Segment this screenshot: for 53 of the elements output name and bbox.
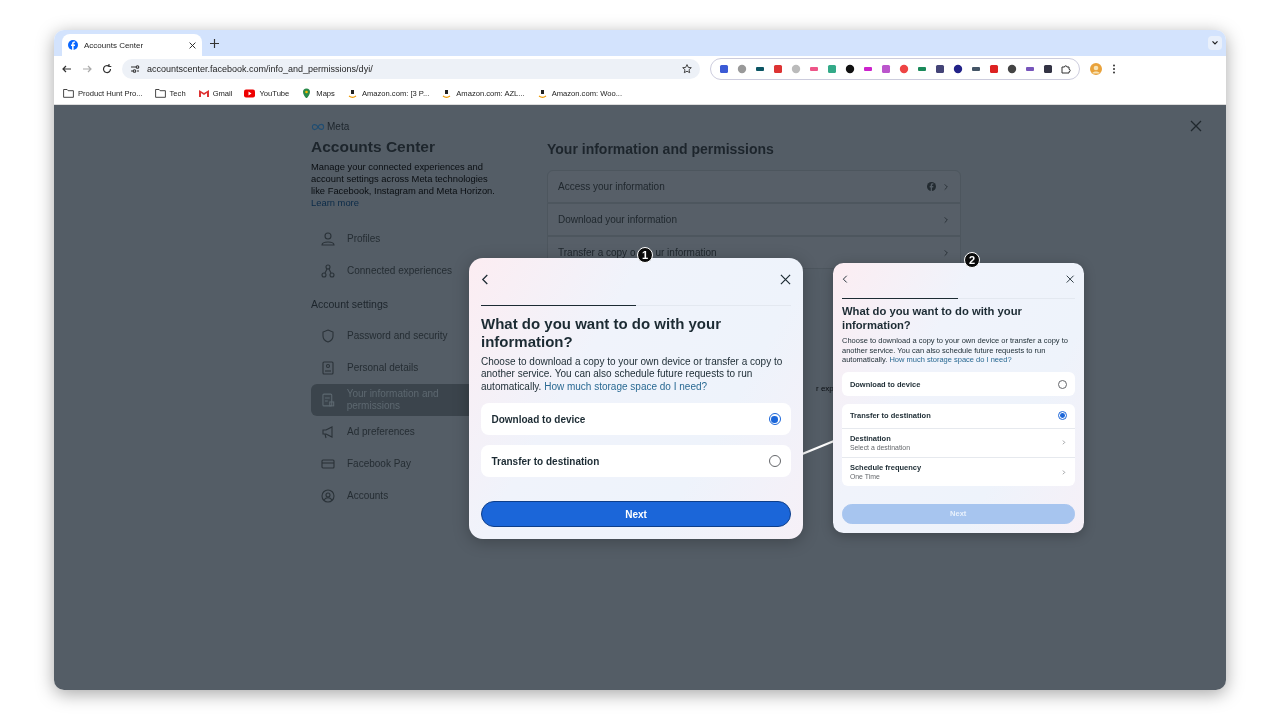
dialog-title: What do you want to do with your information? [842,305,1023,333]
amazon-icon [346,88,358,98]
chevron-down-icon[interactable] [1208,36,1222,50]
gmail-icon [197,88,209,98]
account-circle-icon [321,489,335,503]
back-arrow-icon[interactable] [62,64,72,74]
shield-icon [321,329,335,343]
option-row[interactable]: Download to device [481,403,791,436]
id-card-icon [321,361,335,375]
site-settings-icon[interactable] [130,64,140,74]
brand-name: Meta [327,121,350,132]
chevron-right-icon [1061,468,1067,476]
page-description: Manage your connected experiences and account settings across Meta technologies like Facebook, Instagram and Meta Horizon. [311,161,496,197]
chevron-right-icon [942,247,950,258]
close-icon[interactable] [1066,274,1075,283]
forward-arrow-icon [82,64,92,74]
chevron-right-icon [942,181,950,192]
back-icon[interactable] [842,274,849,283]
new-tab-icon[interactable] [210,38,219,48]
section-title: Your information and permissions [547,141,774,157]
folder-icon [63,88,74,98]
option-row[interactable]: Transfer to destination [481,445,791,478]
radio-button[interactable] [768,413,781,426]
next-button[interactable]: Next [481,501,791,528]
bookmark-star-icon[interactable] [682,64,692,74]
reload-icon[interactable] [102,64,112,74]
document-lock-icon [321,393,335,407]
chevron-right-icon [1061,439,1067,447]
page-title: Accounts Center [311,138,436,156]
map-pin-icon [301,88,313,98]
more-menu-icon[interactable] [1112,64,1116,74]
card-icon [321,457,335,471]
infinity-logo-icon [311,122,325,131]
facebook-icon [68,40,78,50]
facebook-icon [927,182,936,191]
close-icon[interactable] [189,41,196,49]
amazon-icon [536,88,548,98]
amazon-icon [441,88,453,98]
puzzle-icon[interactable] [1061,64,1071,74]
back-icon[interactable] [481,273,490,285]
megaphone-icon [321,425,335,439]
address-bar[interactable]: accountscenter.facebook.com/info_and_permissions/dyi/ [122,59,700,79]
folder-icon [154,88,166,98]
dialog-title: What do you want to do with your information? [481,314,722,351]
section-heading: Account settings [311,297,389,312]
youtube-icon [244,88,256,98]
person-icon [321,232,335,246]
close-icon[interactable] [780,273,791,285]
connected-nodes-icon [321,264,335,278]
step-badge: 2 [964,252,980,268]
browser-tab[interactable]: Accounts Center [62,34,202,56]
chevron-right-icon [942,214,950,225]
storage-link[interactable]: How much storage space do I need? [544,380,708,392]
